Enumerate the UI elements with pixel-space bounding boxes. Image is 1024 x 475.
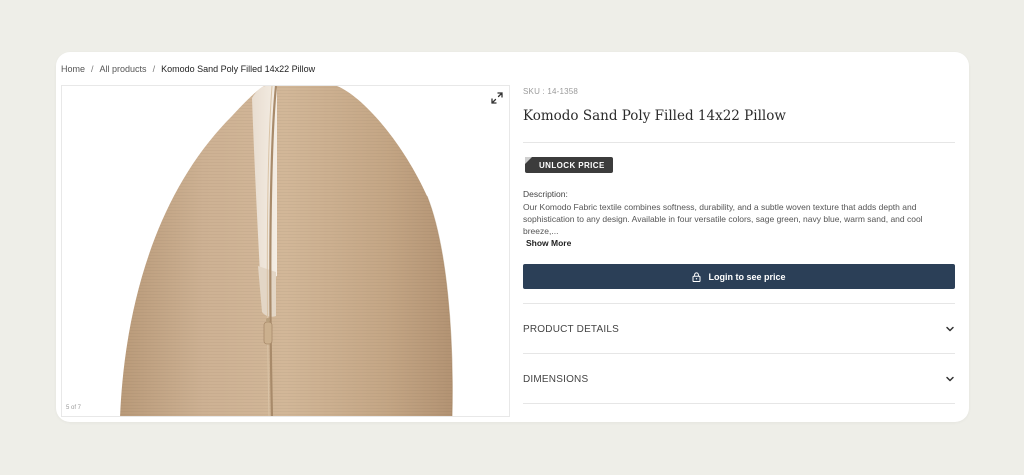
show-more-link[interactable]: Show More (526, 238, 571, 248)
breadcrumb-separator: / (152, 64, 156, 74)
description-label: Description: (523, 189, 568, 199)
badge-corner (525, 157, 532, 164)
expand-arrows-icon[interactable] (491, 92, 503, 104)
divider (523, 142, 955, 143)
chevron-down-icon (946, 376, 954, 382)
product-sku: SKU : 14-1358 (523, 87, 579, 96)
accordion-product-details[interactable]: PRODUCT DETAILS (523, 305, 955, 353)
description-text: Our Komodo Fabric textile combines softn… (523, 202, 923, 236)
product-title: Komodo Sand Poly Filled 14x22 Pillow (523, 108, 786, 124)
product-image (120, 86, 453, 416)
accordion-dimensions[interactable]: DIMENSIONS (523, 355, 955, 403)
divider (523, 403, 955, 404)
login-to-see-price-button[interactable]: Login to see price (523, 264, 955, 289)
accordion-label: DIMENSIONS (523, 373, 589, 385)
lock-icon (692, 271, 701, 282)
divider (523, 353, 955, 354)
accordion-label: PRODUCT DETAILS (523, 323, 619, 335)
breadcrumb: Home / All products / Komodo Sand Poly F… (61, 64, 315, 74)
breadcrumb-all-products[interactable]: All products (100, 64, 147, 74)
breadcrumb-current: Komodo Sand Poly Filled 14x22 Pillow (161, 64, 316, 74)
unlock-price-label: UNLOCK PRICE (539, 160, 605, 170)
login-button-label: Login to see price (708, 271, 786, 282)
product-image-gallery[interactable]: 5 of 7 (61, 85, 510, 417)
breadcrumb-separator: / (91, 64, 94, 74)
chevron-down-icon (946, 326, 954, 332)
image-counter: 5 of 7 (66, 405, 82, 411)
breadcrumb-home[interactable]: Home (61, 64, 85, 74)
divider (523, 303, 955, 304)
unlock-price-badge[interactable]: UNLOCK PRICE (525, 157, 613, 173)
